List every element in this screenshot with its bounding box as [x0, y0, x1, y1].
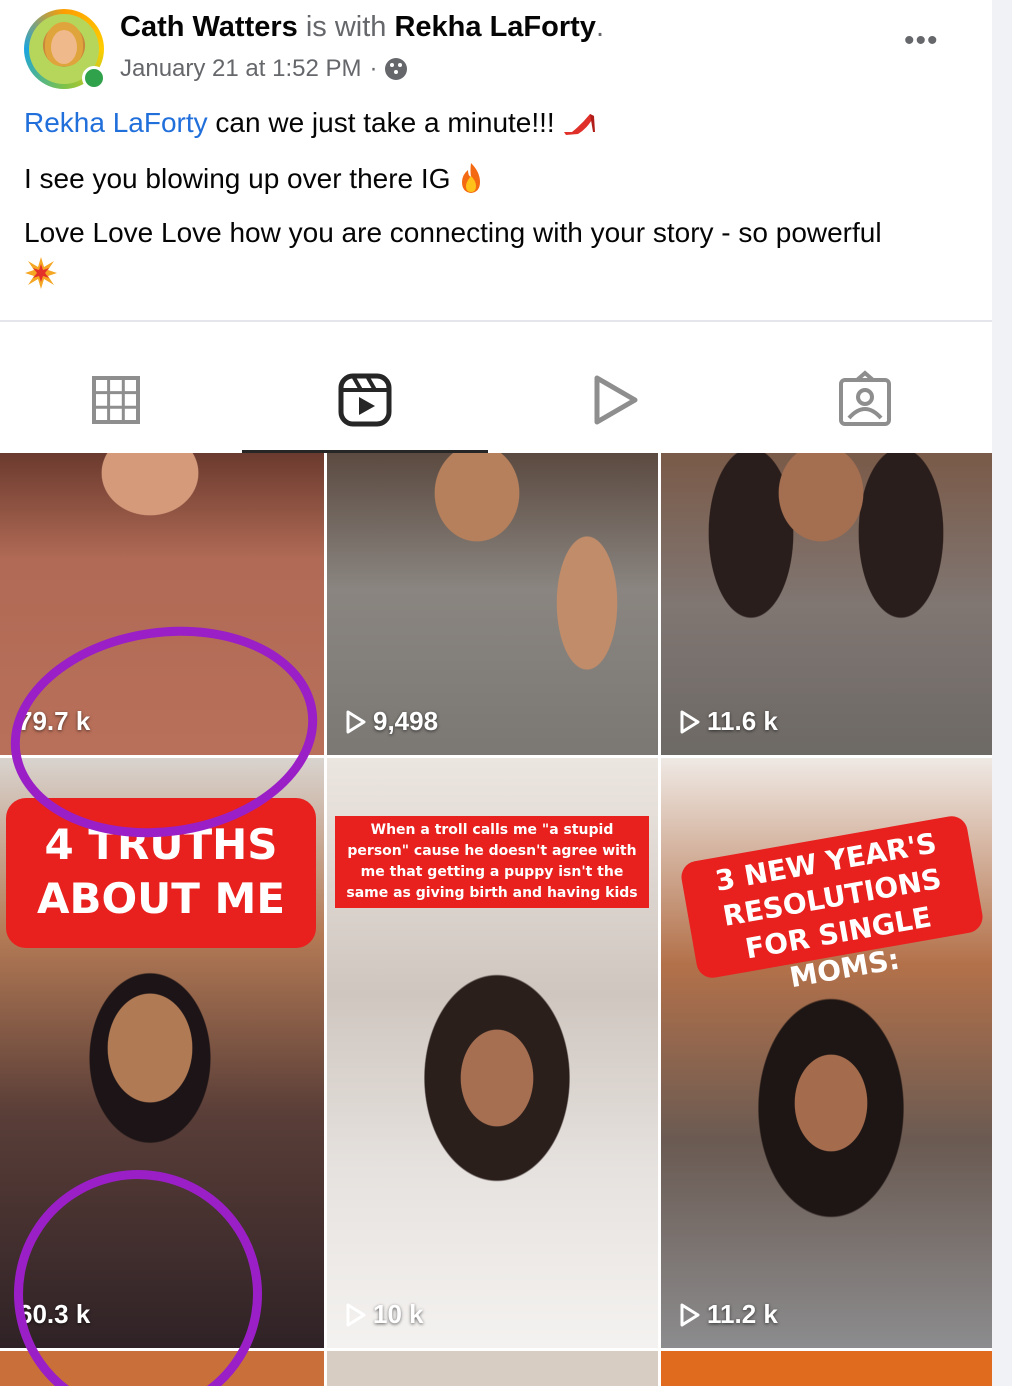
facebook-post: Cath Watters is with Rekha LaForty. Janu…	[0, 0, 992, 322]
friends-icon[interactable]	[385, 58, 408, 80]
collision-emoji-icon	[25, 257, 57, 289]
reel-caption: When a troll calls me "a stupid person" …	[335, 816, 649, 908]
tagged-user-link[interactable]: Rekha LaForty	[394, 11, 595, 43]
mention-link[interactable]: Rekha LaForty	[24, 107, 208, 138]
more-options-button[interactable]: •••	[904, 26, 939, 56]
reels-icon[interactable]	[335, 370, 395, 430]
post-line-1: Rekha LaForty can we just take a minute!…	[24, 103, 904, 143]
reel-tile[interactable]: 3 NEW YEAR'S RESOLUTIONS FOR SINGLE MOMS…	[661, 758, 992, 1348]
author-name-link[interactable]: Cath Watters	[120, 11, 298, 43]
play-count-icon	[346, 1303, 366, 1326]
reel-tile[interactable]: 9,498	[327, 453, 658, 755]
reel-tile[interactable]	[661, 1351, 992, 1386]
period: .	[595, 11, 604, 43]
page-background-edge	[992, 0, 1012, 1386]
online-status-indicator	[82, 66, 106, 90]
play-count-icon	[346, 710, 366, 733]
fire-emoji-icon	[462, 163, 481, 193]
view-count: 11.2 k	[679, 1299, 778, 1330]
post-text-3: Love Love Love how you are connecting wi…	[24, 217, 882, 248]
post-line-3: Love Love Love how you are connecting wi…	[24, 213, 904, 293]
view-count-text: 10 k	[373, 1299, 424, 1329]
view-count: 9,498	[345, 706, 438, 737]
view-count: 11.6 k	[679, 706, 778, 737]
meta-separator: ·	[369, 55, 378, 82]
reel-tile[interactable]: When a troll calls me "a stupid person" …	[327, 758, 658, 1348]
instagram-screenshot: 79.7 k 9,498 11.6 k 4 TRUTHS ABOUT ME 60…	[0, 322, 992, 1386]
grid-icon[interactable]	[86, 370, 146, 430]
post-header: Cath Watters is with Rekha LaForty.	[120, 11, 604, 44]
post-meta: January 21 at 1:52 PM ·	[120, 55, 408, 83]
view-count-text: 9,498	[373, 706, 439, 736]
play-count-icon	[680, 1303, 700, 1326]
play-count-icon	[680, 710, 700, 733]
play-icon[interactable]	[585, 370, 645, 430]
post-line-2: I see you blowing up over there IG	[24, 159, 904, 199]
high-heel-emoji-icon	[564, 114, 596, 135]
post-text-2: I see you blowing up over there IG	[24, 163, 459, 194]
reel-tile[interactable]: 11.6 k	[661, 453, 992, 755]
view-count-text: 11.6 k	[707, 706, 778, 736]
view-count-text: 11.2 k	[707, 1299, 778, 1329]
tagged-icon[interactable]	[835, 370, 895, 430]
with-text: is with	[305, 11, 387, 43]
timestamp-link[interactable]: January 21 at 1:52 PM	[120, 55, 361, 83]
reel-tile[interactable]	[327, 1351, 658, 1386]
post-text-1: can we just take a minute!!!	[207, 107, 563, 138]
view-count: 10 k	[345, 1299, 424, 1330]
